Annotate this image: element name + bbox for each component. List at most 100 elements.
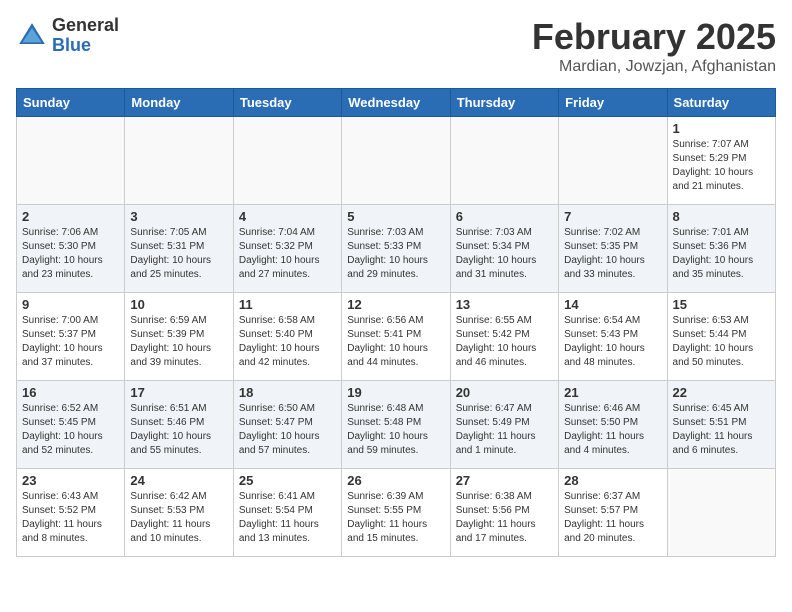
day-number: 23	[22, 473, 119, 488]
calendar-day-cell	[17, 117, 125, 205]
calendar-day-cell: 25 Sunrise: 6:41 AM Sunset: 5:54 PM Dayli…	[233, 469, 341, 557]
day-info: Sunrise: 6:46 AM Sunset: 5:50 PM Dayligh…	[564, 402, 661, 458]
calendar-day-cell: 22 Sunrise: 6:45 AM Sunset: 5:51 PM Dayli…	[667, 381, 775, 469]
calendar-week-row: 1 Sunrise: 7:07 AM Sunset: 5:29 PM Daylig…	[17, 117, 776, 205]
calendar-day-cell	[667, 469, 775, 557]
day-info: Sunrise: 6:50 AM Sunset: 5:47 PM Dayligh…	[239, 402, 336, 458]
calendar-day-cell	[559, 117, 667, 205]
calendar-day-cell: 24 Sunrise: 6:42 AM Sunset: 5:53 PM Dayli…	[125, 469, 233, 557]
day-number: 10	[130, 297, 227, 312]
day-info: Sunrise: 6:42 AM Sunset: 5:53 PM Dayligh…	[130, 490, 227, 546]
day-info: Sunrise: 6:55 AM Sunset: 5:42 PM Dayligh…	[456, 314, 553, 370]
calendar-day-cell: 15 Sunrise: 6:53 AM Sunset: 5:44 PM Dayli…	[667, 293, 775, 381]
day-info: Sunrise: 6:38 AM Sunset: 5:56 PM Dayligh…	[456, 490, 553, 546]
day-number: 1	[673, 121, 770, 136]
day-number: 3	[130, 209, 227, 224]
day-number: 4	[239, 209, 336, 224]
day-number: 27	[456, 473, 553, 488]
calendar-day-cell: 26Sunrise: 6:39 AM Sunset: 5:55 PM Dayli…	[342, 469, 450, 557]
day-info: Sunrise: 6:48 AM Sunset: 5:48 PM Dayligh…	[347, 402, 444, 458]
calendar-day-cell: 4 Sunrise: 7:04 AM Sunset: 5:32 PM Daylig…	[233, 205, 341, 293]
day-number: 5	[347, 209, 444, 224]
day-info: Sunrise: 6:45 AM Sunset: 5:51 PM Dayligh…	[673, 402, 770, 458]
logo-icon	[16, 20, 48, 52]
day-number: 2	[22, 209, 119, 224]
day-info: Sunrise: 7:01 AM Sunset: 5:36 PM Dayligh…	[673, 226, 770, 282]
calendar-day-cell: 1 Sunrise: 7:07 AM Sunset: 5:29 PM Daylig…	[667, 117, 775, 205]
day-number: 22	[673, 385, 770, 400]
day-number: 14	[564, 297, 661, 312]
day-of-week-header: Sunday	[17, 89, 125, 117]
calendar-day-cell: 27 Sunrise: 6:38 AM Sunset: 5:56 PM Dayli…	[450, 469, 558, 557]
day-info: Sunrise: 7:06 AM Sunset: 5:30 PM Dayligh…	[22, 226, 119, 282]
month-title: February 2025	[532, 16, 776, 58]
day-of-week-header: Thursday	[450, 89, 558, 117]
calendar-day-cell: 5 Sunrise: 7:03 AM Sunset: 5:33 PM Daylig…	[342, 205, 450, 293]
day-of-week-header: Monday	[125, 89, 233, 117]
calendar-day-cell: 6 Sunrise: 7:03 AM Sunset: 5:34 PM Daylig…	[450, 205, 558, 293]
day-info: Sunrise: 6:52 AM Sunset: 5:45 PM Dayligh…	[22, 402, 119, 458]
calendar-week-row: 9 Sunrise: 7:00 AM Sunset: 5:37 PM Daylig…	[17, 293, 776, 381]
calendar-day-cell: 17 Sunrise: 6:51 AM Sunset: 5:46 PM Dayli…	[125, 381, 233, 469]
calendar-day-cell: 9 Sunrise: 7:00 AM Sunset: 5:37 PM Daylig…	[17, 293, 125, 381]
calendar-day-cell: 3Sunrise: 7:05 AM Sunset: 5:31 PM Daylig…	[125, 205, 233, 293]
day-number: 21	[564, 385, 661, 400]
calendar-day-cell	[342, 117, 450, 205]
day-info: Sunrise: 7:00 AM Sunset: 5:37 PM Dayligh…	[22, 314, 119, 370]
day-info: Sunrise: 6:58 AM Sunset: 5:40 PM Dayligh…	[239, 314, 336, 370]
day-number: 28	[564, 473, 661, 488]
day-info: Sunrise: 6:51 AM Sunset: 5:46 PM Dayligh…	[130, 402, 227, 458]
calendar-header-row: SundayMondayTuesdayWednesdayThursdayFrid…	[17, 89, 776, 117]
calendar-day-cell: 21 Sunrise: 6:46 AM Sunset: 5:50 PM Dayli…	[559, 381, 667, 469]
calendar-day-cell: 13 Sunrise: 6:55 AM Sunset: 5:42 PM Dayli…	[450, 293, 558, 381]
day-number: 20	[456, 385, 553, 400]
day-info: Sunrise: 6:53 AM Sunset: 5:44 PM Dayligh…	[673, 314, 770, 370]
calendar-day-cell: 19 Sunrise: 6:48 AM Sunset: 5:48 PM Dayli…	[342, 381, 450, 469]
day-number: 12	[347, 297, 444, 312]
calendar-day-cell: 16 Sunrise: 6:52 AM Sunset: 5:45 PM Dayli…	[17, 381, 125, 469]
calendar-table: SundayMondayTuesdayWednesdayThursdayFrid…	[16, 88, 776, 557]
day-number: 17	[130, 385, 227, 400]
day-info: Sunrise: 7:03 AM Sunset: 5:33 PM Dayligh…	[347, 226, 444, 282]
logo: General Blue	[16, 16, 119, 56]
day-number: 25	[239, 473, 336, 488]
day-number: 6	[456, 209, 553, 224]
day-of-week-header: Saturday	[667, 89, 775, 117]
day-info: Sunrise: 7:02 AM Sunset: 5:35 PM Dayligh…	[564, 226, 661, 282]
calendar-week-row: 16 Sunrise: 6:52 AM Sunset: 5:45 PM Dayli…	[17, 381, 776, 469]
day-info: Sunrise: 6:41 AM Sunset: 5:54 PM Dayligh…	[239, 490, 336, 546]
calendar-day-cell: 28Sunrise: 6:37 AM Sunset: 5:57 PM Dayli…	[559, 469, 667, 557]
calendar-day-cell	[450, 117, 558, 205]
day-info: Sunrise: 7:04 AM Sunset: 5:32 PM Dayligh…	[239, 226, 336, 282]
day-number: 24	[130, 473, 227, 488]
day-info: Sunrise: 6:59 AM Sunset: 5:39 PM Dayligh…	[130, 314, 227, 370]
calendar-day-cell: 12 Sunrise: 6:56 AM Sunset: 5:41 PM Dayli…	[342, 293, 450, 381]
calendar-day-cell: 2 Sunrise: 7:06 AM Sunset: 5:30 PM Daylig…	[17, 205, 125, 293]
logo-blue-text: Blue	[52, 36, 119, 56]
day-info: Sunrise: 7:07 AM Sunset: 5:29 PM Dayligh…	[673, 138, 770, 194]
calendar-day-cell	[233, 117, 341, 205]
calendar-day-cell: 7 Sunrise: 7:02 AM Sunset: 5:35 PM Daylig…	[559, 205, 667, 293]
location-text: Mardian, Jowzjan, Afghanistan	[532, 58, 776, 76]
calendar-day-cell: 20Sunrise: 6:47 AM Sunset: 5:49 PM Dayli…	[450, 381, 558, 469]
day-info: Sunrise: 7:03 AM Sunset: 5:34 PM Dayligh…	[456, 226, 553, 282]
day-number: 13	[456, 297, 553, 312]
calendar-week-row: 23 Sunrise: 6:43 AM Sunset: 5:52 PM Dayli…	[17, 469, 776, 557]
calendar-day-cell: 23 Sunrise: 6:43 AM Sunset: 5:52 PM Dayli…	[17, 469, 125, 557]
day-number: 7	[564, 209, 661, 224]
day-number: 15	[673, 297, 770, 312]
calendar-day-cell: 8 Sunrise: 7:01 AM Sunset: 5:36 PM Daylig…	[667, 205, 775, 293]
day-of-week-header: Tuesday	[233, 89, 341, 117]
day-number: 8	[673, 209, 770, 224]
day-info: Sunrise: 6:56 AM Sunset: 5:41 PM Dayligh…	[347, 314, 444, 370]
calendar-day-cell	[125, 117, 233, 205]
day-number: 16	[22, 385, 119, 400]
calendar-week-row: 2 Sunrise: 7:06 AM Sunset: 5:30 PM Daylig…	[17, 205, 776, 293]
day-number: 11	[239, 297, 336, 312]
day-info: Sunrise: 6:43 AM Sunset: 5:52 PM Dayligh…	[22, 490, 119, 546]
day-number: 9	[22, 297, 119, 312]
day-number: 19	[347, 385, 444, 400]
page-header: General Blue February 2025 Mardian, Jowz…	[16, 16, 776, 76]
calendar-day-cell: 10 Sunrise: 6:59 AM Sunset: 5:39 PM Dayli…	[125, 293, 233, 381]
logo-general-text: General	[52, 16, 119, 36]
